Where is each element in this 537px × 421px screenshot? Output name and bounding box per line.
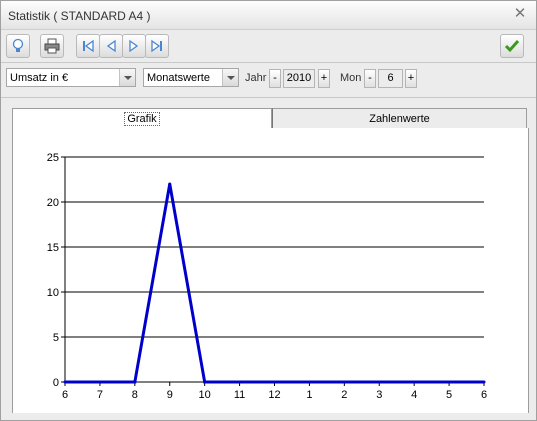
period-type-select-value: Monatswerte (147, 72, 210, 84)
data-point (482, 380, 486, 384)
y-tick-label: 5 (53, 332, 59, 344)
x-tick-label: 7 (97, 389, 103, 401)
x-tick-label: 2 (341, 389, 347, 401)
y-tick-label: 10 (47, 287, 59, 299)
tab-grafik[interactable]: Grafik (12, 108, 272, 129)
x-tick-label: 5 (446, 389, 452, 401)
data-point (238, 380, 242, 384)
year-decrement-button[interactable]: - (269, 69, 281, 88)
data-point (342, 380, 346, 384)
x-tick-label: 11 (234, 389, 245, 401)
first-record-button[interactable] (76, 34, 100, 58)
filter-bar: Umsatz in € Monatswerte Jahr - 2010 + Mo… (1, 63, 536, 98)
x-tick-label: 4 (411, 389, 417, 401)
previous-record-button[interactable] (99, 34, 123, 58)
y-tick-label: 15 (47, 242, 59, 254)
x-tick-label: 6 (481, 389, 487, 401)
print-button[interactable] (40, 34, 64, 58)
print-icon (44, 38, 60, 54)
year-label: Jahr (245, 72, 267, 84)
x-tick-label: 1 (306, 389, 312, 401)
next-record-button[interactable] (122, 34, 146, 58)
line-chart: 05101520256 7 8 9 10 11 12 1 2 3 4 5 6 (47, 152, 487, 401)
y-tick-label: 20 (47, 197, 59, 209)
lightbulb-icon (12, 38, 24, 52)
toolbar (1, 30, 536, 63)
data-point (98, 380, 102, 384)
tab-grafik-label: Grafik (124, 112, 160, 126)
x-tick-label: 9 (167, 389, 173, 401)
month-increment-button[interactable]: + (405, 69, 417, 88)
year-field[interactable]: 2010 (283, 69, 315, 88)
month-decrement-button[interactable]: - (364, 69, 376, 88)
window-title: Statistik ( STANDARD A4 ) (8, 9, 151, 23)
series-line (65, 183, 484, 384)
data-point (377, 380, 381, 384)
chevron-down-icon[interactable] (222, 69, 238, 86)
next-record-icon (129, 39, 139, 53)
tip-button[interactable] (6, 34, 30, 58)
y-tick-label: 0 (53, 377, 59, 389)
chevron-down-icon[interactable] (119, 69, 135, 86)
last-record-button[interactable] (145, 34, 169, 58)
data-point (168, 182, 172, 186)
data-point (447, 380, 451, 384)
tab-zahlenwerte[interactable]: Zahlenwerte (272, 108, 527, 129)
close-icon[interactable]: ✕ (512, 6, 528, 22)
y-tick-label: 25 (47, 152, 59, 164)
data-point (412, 380, 416, 384)
data-point (273, 380, 276, 384)
period-type-select[interactable]: Monatswerte (143, 68, 239, 87)
measure-select-value: Umsatz in € (10, 72, 69, 84)
x-tick-label: 3 (376, 389, 382, 401)
ok-button[interactable] (500, 34, 524, 58)
ok-checkmark-icon (504, 40, 520, 53)
x-tick-label: 8 (132, 389, 138, 401)
data-point (307, 380, 311, 384)
month-label: Mon (340, 72, 362, 84)
data-point (203, 380, 207, 384)
x-tick-label: 12 (268, 389, 280, 401)
x-tick-label: 6 (62, 389, 68, 401)
view-tabs: Grafik Zahlenwerte (12, 108, 527, 129)
measure-select[interactable]: Umsatz in € (6, 68, 136, 87)
title-bar[interactable]: Statistik ( STANDARD A4 ) ✕ (1, 1, 536, 30)
year-increment-button[interactable]: + (318, 69, 330, 88)
data-point (63, 380, 67, 384)
x-tick-label: 10 (199, 389, 211, 401)
chart-panel: 0 5 10 15 20 25 6 7 8 9 10 11 12 1 2 3 4 5 6 (12, 128, 529, 413)
statistics-window: Statistik ( STANDARD A4 ) ✕ Umsatz in € … (0, 0, 537, 421)
previous-record-icon (106, 39, 116, 53)
data-point (133, 380, 137, 384)
tab-zahlenwerte-label: Zahlenwerte (369, 113, 430, 125)
first-record-icon (83, 39, 94, 53)
month-field[interactable]: 6 (378, 69, 403, 88)
last-record-icon (151, 39, 162, 53)
